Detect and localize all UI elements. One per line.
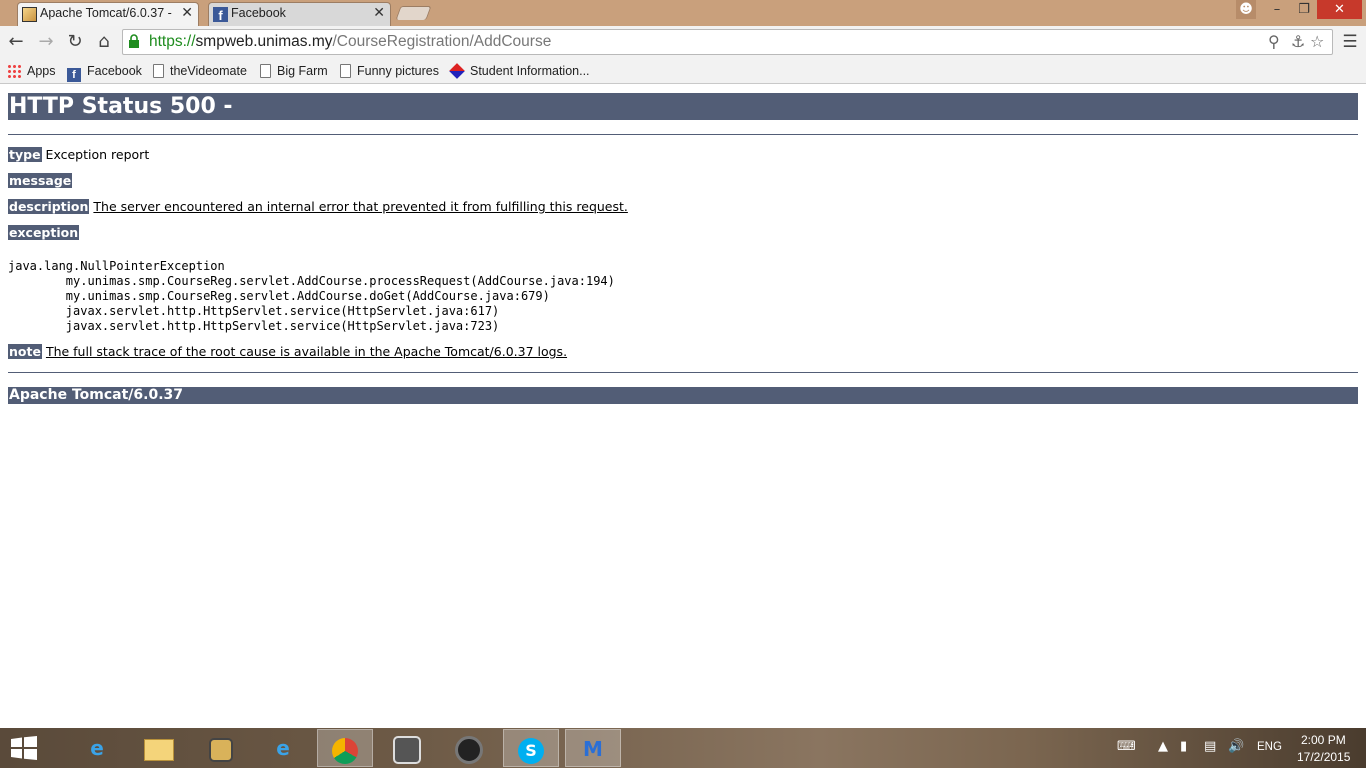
profile-icon[interactable]: ☻ [1236, 0, 1256, 19]
exception-label: exception [8, 225, 80, 240]
page-icon [153, 64, 164, 78]
address-bar[interactable]: https://smpweb.unimas.my/CourseRegistrat… [122, 29, 1333, 55]
keyboard-icon[interactable]: ⌨ [1117, 739, 1136, 754]
language-indicator[interactable]: ENG [1257, 741, 1282, 753]
forward-arrow-icon[interactable]: → [35, 31, 57, 53]
bookmarks-bar: Apps f Facebook theVideomate Big Farm Fun… [0, 59, 1366, 84]
url-path: /CourseRegistration/AddCourse [332, 33, 552, 50]
page-content: HTTP Status 500 - type Exception report … [8, 84, 1358, 404]
apps-grid-icon [7, 64, 21, 78]
page-icon [260, 64, 271, 78]
tab-close-icon[interactable]: ✕ [373, 5, 385, 21]
key-icon[interactable]: ⚓ [1291, 32, 1305, 51]
divider [8, 134, 1358, 135]
note-value: The full stack trace of the root cause i… [45, 344, 568, 359]
tab-facebook[interactable]: f Facebook ✕ [208, 2, 391, 26]
menu-icon[interactable]: ☰ [1339, 32, 1361, 54]
internet-explorer-icon[interactable]: e [69, 729, 125, 767]
show-hidden-icons-icon[interactable]: ▲ [1158, 739, 1168, 754]
bookmark-student-information[interactable]: Student Information... [449, 61, 590, 81]
facebook-icon: f [67, 68, 81, 82]
page-title: HTTP Status 500 - [8, 93, 1358, 120]
restore-button[interactable]: ❐ [1291, 0, 1317, 19]
description-label: description [8, 199, 90, 214]
title-bar: Apache Tomcat/6.0.37 - E ✕ f Facebook ✕ … [0, 0, 1366, 26]
diamond-logo-icon [449, 63, 465, 79]
signal-icon[interactable]: ▤ [1204, 739, 1216, 754]
stack-trace: java.lang.NullPointerException my.unimas… [8, 259, 615, 333]
reload-icon[interactable]: ↻ [64, 31, 86, 53]
bookmark-apps[interactable]: Apps [7, 61, 56, 81]
bookmark-facebook[interactable]: f Facebook [67, 61, 142, 82]
server-footer: Apache Tomcat/6.0.37 [8, 387, 1358, 404]
url-scheme: https://smpweb.unimas.my/CourseRegistrat… [149, 33, 552, 50]
browser-toolbar: ← → ↻ ⌂ https://smpweb.unimas.my/CourseR… [0, 26, 1366, 59]
zoom-icon[interactable]: ⚲ [1268, 32, 1280, 51]
internet-explorer-icon[interactable]: e [255, 729, 311, 767]
bookmark-big-farm[interactable]: Big Farm [260, 61, 328, 81]
back-arrow-icon[interactable]: ← [5, 31, 27, 53]
minimize-button[interactable]: – [1264, 0, 1290, 19]
tab-close-icon[interactable]: ✕ [181, 5, 193, 21]
type-value: Exception report [45, 147, 150, 162]
tab-title: Facebook [231, 6, 286, 20]
divider [8, 372, 1358, 373]
bookmark-thevideomate[interactable]: theVideomate [153, 61, 247, 81]
description-row: description The server encountered an in… [8, 199, 1358, 225]
close-window-button[interactable]: ✕ [1317, 0, 1362, 19]
tomcat-favicon-icon [22, 7, 37, 22]
new-tab-button[interactable] [395, 6, 432, 20]
lock-icon [129, 34, 139, 48]
tab-tomcat[interactable]: Apache Tomcat/6.0.37 - E ✕ [17, 2, 199, 26]
battery-icon[interactable]: ▮ [1180, 739, 1187, 754]
malwarebytes-icon[interactable]: M [565, 729, 621, 767]
app-icon[interactable] [193, 729, 249, 767]
bookmark-funny-pictures[interactable]: Funny pictures [340, 61, 439, 81]
tab-title: Apache Tomcat/6.0.37 - E [40, 6, 175, 20]
type-label: type [8, 147, 42, 162]
type-row: type Exception report [8, 147, 1358, 173]
message-row: message [8, 173, 1358, 199]
windows-start-icon[interactable] [9, 736, 39, 760]
volume-icon[interactable]: 🔊 [1228, 739, 1244, 754]
message-label: message [8, 173, 73, 188]
chrome-icon[interactable] [317, 729, 373, 767]
clock-time[interactable]: 2:00 PM [1301, 733, 1346, 747]
speaker-icon[interactable] [441, 729, 497, 767]
doc-icon[interactable] [379, 729, 435, 767]
facebook-favicon-icon: f [213, 7, 228, 23]
url-host: smpweb.unimas.my [195, 33, 333, 50]
exception-row: exception [8, 225, 1358, 251]
taskbar: e e S M ⌨ ▲ ▮ ▤ 🔊 ENG 2:00 PM 17/2/2015 [0, 728, 1366, 768]
page-icon [340, 64, 351, 78]
note-label: note [8, 344, 42, 359]
bookmark-star-icon[interactable]: ☆ [1310, 32, 1324, 51]
file-explorer-icon[interactable] [131, 729, 187, 767]
home-icon[interactable]: ⌂ [93, 31, 115, 53]
note-row: note The full stack trace of the root ca… [8, 344, 1358, 370]
clock-date[interactable]: 17/2/2015 [1297, 750, 1350, 764]
description-value: The server encountered an internal error… [93, 199, 628, 214]
skype-icon[interactable]: S [503, 729, 559, 767]
